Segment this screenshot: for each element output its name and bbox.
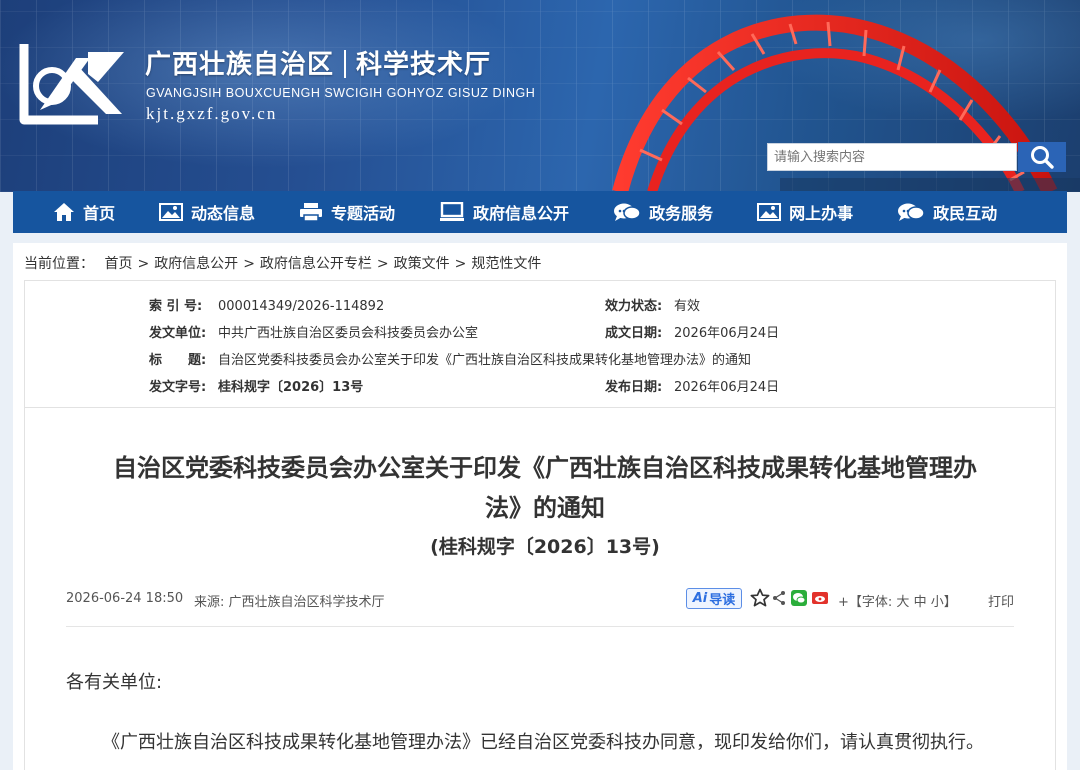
nav-label: 政务服务 xyxy=(649,204,714,223)
font-size-large[interactable]: 大 xyxy=(896,595,909,610)
image-icon xyxy=(757,203,782,221)
breadcrumb-separator: > xyxy=(137,256,150,272)
star-icon[interactable] xyxy=(750,588,770,608)
chat-icon xyxy=(613,202,641,222)
nav-item-gov-info[interactable]: 政府信息公开 xyxy=(439,191,569,233)
weibo-icon[interactable] xyxy=(811,588,829,608)
font-size-control: +【字体: 大 中 小】 xyxy=(838,591,957,610)
ai-guide-label: 导读 xyxy=(709,593,736,608)
nav-label: 专题活动 xyxy=(331,204,396,223)
org-name: 广西壮族自治区 xyxy=(145,50,335,80)
site-title-english: GVANGJSIH BOUXCUENGH SWCIGIH GOHYOZ GISU… xyxy=(146,86,536,100)
breadcrumb-item[interactable]: 政府信息公开专栏 xyxy=(260,256,372,272)
nav-item-interaction[interactable]: 政民互动 xyxy=(897,191,997,233)
ai-prefix: Ai xyxy=(692,591,708,606)
meta-label: 标 题: xyxy=(149,353,207,368)
search-icon xyxy=(1031,146,1054,169)
chat-icon xyxy=(897,202,925,222)
article-title-line: 自治区党委科技委员会办公室关于印发《广西壮族自治区科技成果转化基地管理办 xyxy=(113,454,977,482)
meta-label: 效力状态: xyxy=(605,299,663,314)
meta-published: 发布日期: 2026年06月24日 xyxy=(605,376,779,395)
nav-label: 政民互动 xyxy=(933,204,998,223)
meta-value: 自治区党委科技委员会办公室关于印发《广西壮族自治区科技成果转化基地管理办法》的通… xyxy=(218,353,752,368)
nav-label: 网上办事 xyxy=(789,204,854,223)
meta-value: 中共广西壮族自治区委员会科技委员会办公室 xyxy=(218,326,479,341)
header-banner: 广西壮族自治区 科学技术厅 GVANGJSIH BOUXCUENGH SWCIGI… xyxy=(0,0,1080,192)
article-info-bar: 2026-06-24 18:50 来源: 广西壮族自治区科学技术厅 Ai 导读 +… xyxy=(66,588,1014,627)
ai-guide-button[interactable]: Ai 导读 xyxy=(686,588,742,609)
meta-value: 2026年06月24日 xyxy=(674,326,780,341)
meta-label: 发文单位: xyxy=(149,326,207,341)
site-title: 广西壮族自治区 科学技术厅 xyxy=(145,44,491,81)
publish-datetime: 2026-06-24 18:50 xyxy=(66,591,184,606)
document-metadata: 索 引 号: 000014349/2026-114892 发文单位: 中共广西壮族自… xyxy=(24,280,1056,408)
article-paragraph: 《广西壮族自治区科技成果转化基地管理办法》已经自治区党委科技办同意，现印发给你们… xyxy=(102,732,984,753)
breadcrumb-separator: > xyxy=(454,256,467,272)
nav-item-services[interactable]: 政务服务 xyxy=(613,191,713,233)
meta-label: 成文日期: xyxy=(605,326,663,341)
article-title-line: 法》的通知 xyxy=(485,494,605,522)
meta-title: 标 题: 自治区党委科技委员会办公室关于印发《广西壮族自治区科技成果转化基地管理办… xyxy=(149,349,751,368)
nav-item-topics[interactable]: 专题活动 xyxy=(299,191,395,233)
kj-logo-icon xyxy=(19,44,124,125)
print-link[interactable]: 打印 xyxy=(988,591,1014,610)
dept-name: 科学技术厅 xyxy=(356,50,492,80)
article-title: 自治区党委科技委员会办公室关于印发《广西壮族自治区科技成果转化基地管理办 法》的… xyxy=(65,448,1025,528)
breadcrumb-item[interactable]: 政策文件 xyxy=(394,256,450,272)
nav-label: 首页 xyxy=(83,204,116,223)
monitor-icon xyxy=(439,202,465,222)
main-nav: 首页 动态信息 专题活动 政府信息公开 政务服务 网上办事 政民互动 xyxy=(13,191,1067,233)
wechat-icon[interactable] xyxy=(790,588,808,608)
meta-issuer: 发文单位: 中共广西壮族自治区委员会科技委员会办公室 xyxy=(149,322,478,341)
nav-label: 政府信息公开 xyxy=(473,204,570,223)
home-icon xyxy=(53,202,75,222)
meta-created: 成文日期: 2026年06月24日 xyxy=(605,322,779,341)
meta-value: 桂科规字〔2026〕13号 xyxy=(218,380,364,395)
article-greeting: 各有关单位: xyxy=(66,672,163,693)
meta-value: 000014349/2026-114892 xyxy=(218,299,385,314)
breadcrumb-prefix: 当前位置： xyxy=(24,256,94,272)
breadcrumb: 当前位置： 首页 > 政府信息公开 > 政府信息公开专栏 > 政策文件 > 规范性文件 xyxy=(24,253,541,273)
meta-status: 效力状态: 有效 xyxy=(605,295,700,314)
printer-icon xyxy=(299,202,323,222)
font-size-suffix: 】 xyxy=(943,595,957,610)
nav-label: 动态信息 xyxy=(191,204,256,223)
content-panel: 当前位置： 首页 > 政府信息公开 > 政府信息公开专栏 > 政策文件 > 规范性文件 索 引 … xyxy=(13,243,1067,770)
search-button[interactable] xyxy=(1018,142,1066,172)
title-divider xyxy=(344,50,347,78)
meta-label: 发布日期: xyxy=(605,380,663,395)
breadcrumb-separator: > xyxy=(243,256,255,272)
meta-label: 发文字号: xyxy=(149,380,207,395)
meta-docno: 发文字号: 桂科规字〔2026〕13号 xyxy=(149,376,363,395)
nav-item-news[interactable]: 动态信息 xyxy=(159,191,255,233)
breadcrumb-item[interactable]: 政府信息公开 xyxy=(154,256,238,272)
meta-value: 2026年06月24日 xyxy=(674,380,780,395)
breadcrumb-item[interactable]: 首页 xyxy=(104,256,132,272)
nav-item-online-service[interactable]: 网上办事 xyxy=(757,191,853,233)
breadcrumb-item[interactable]: 规范性文件 xyxy=(471,256,541,272)
article: 自治区党委科技委员会办公室关于印发《广西壮族自治区科技成果转化基地管理办 法》的… xyxy=(24,408,1056,770)
site-domain: kjt.gxzf.gov.cn xyxy=(146,104,278,123)
meta-value: 有效 xyxy=(674,299,701,314)
breadcrumb-separator: > xyxy=(376,256,389,272)
article-subtitle: (桂科规字〔2026〕13号) xyxy=(430,536,660,558)
share-icon[interactable] xyxy=(771,588,787,608)
search-input[interactable] xyxy=(767,143,1017,171)
meta-index: 索 引 号: 000014349/2026-114892 xyxy=(149,295,384,314)
article-source: 来源: 广西壮族自治区科学技术厅 xyxy=(194,595,385,610)
nav-item-home[interactable]: 首页 xyxy=(53,191,115,233)
image-icon xyxy=(159,203,184,221)
font-size-medium[interactable]: 中 xyxy=(914,595,927,610)
font-size-prefix: +【字体: xyxy=(838,595,893,610)
font-size-small[interactable]: 小 xyxy=(931,595,944,610)
meta-label: 索 引 号: xyxy=(149,299,203,314)
